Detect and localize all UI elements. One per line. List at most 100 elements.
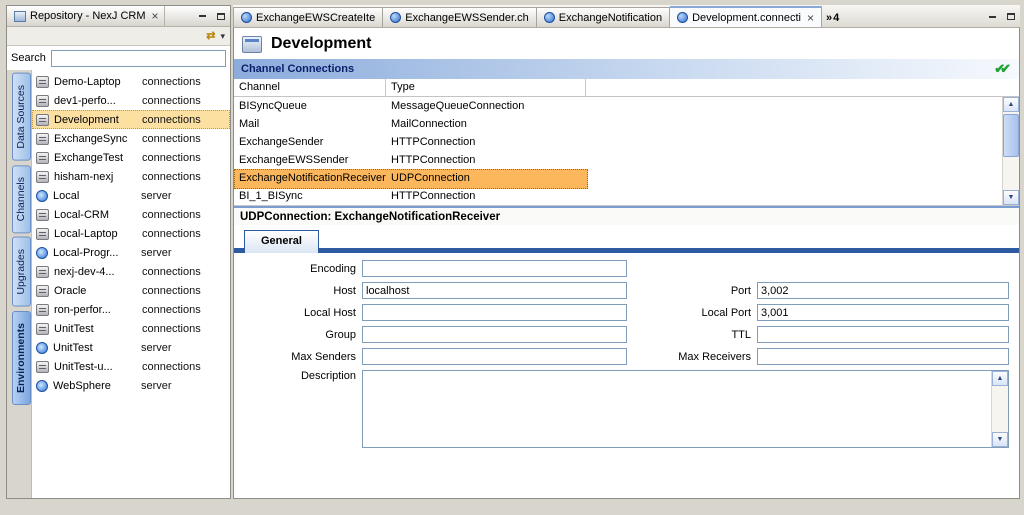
item-name: WebSphere xyxy=(53,380,141,392)
list-item[interactable]: UnitTestserver xyxy=(32,338,230,357)
description-field[interactable]: ▲ ▼ xyxy=(362,370,1009,448)
encoding-field[interactable] xyxy=(362,260,627,277)
list-item[interactable]: Developmentconnections xyxy=(32,110,230,129)
ttl-field[interactable] xyxy=(757,326,1009,343)
repository-list: Demo-Laptopconnectionsdev1-perfo...conne… xyxy=(32,70,230,498)
item-name: nexj-dev-4... xyxy=(54,266,142,278)
list-item[interactable]: Oracleconnections xyxy=(32,281,230,300)
minimize-icon[interactable] xyxy=(985,10,1000,23)
cell-channel: BISyncQueue xyxy=(234,100,386,112)
scroll-up-icon[interactable]: ▲ xyxy=(992,371,1008,386)
local-host-field[interactable] xyxy=(362,304,627,321)
column-header[interactable] xyxy=(586,79,1019,96)
list-item[interactable]: nexj-dev-4...connections xyxy=(32,262,230,281)
list-item[interactable]: Localserver xyxy=(32,186,230,205)
channel-connections-header: Channel Connections ✔✔ xyxy=(234,59,1019,79)
scrollbar-thumb[interactable] xyxy=(1003,114,1019,157)
connection-form: Encoding Host Port Local Host Local Port xyxy=(234,253,1019,448)
repository-view-tab[interactable]: Repository - NexJ CRM × xyxy=(9,6,165,26)
list-item[interactable]: UnitTestconnections xyxy=(32,319,230,338)
connections-icon xyxy=(36,361,49,373)
field-label-description: Description xyxy=(242,370,362,382)
item-name: UnitTest xyxy=(53,342,141,354)
field-label-port: Port xyxy=(647,285,757,297)
vertical-tab-strip: Data Sources Channels Upgrades Environments xyxy=(7,70,32,498)
cell-channel: BI_1_BISync xyxy=(234,190,386,202)
list-item[interactable]: hisham-nexjconnections xyxy=(32,167,230,186)
server-icon xyxy=(36,247,48,259)
cell-type: HTTPConnection xyxy=(386,154,586,166)
list-item[interactable]: ExchangeSyncconnections xyxy=(32,129,230,148)
list-item[interactable]: Local-Progr...server xyxy=(32,243,230,262)
local-port-field[interactable] xyxy=(757,304,1009,321)
scroll-up-icon[interactable]: ▲ xyxy=(1003,97,1019,112)
list-item[interactable]: Local-Laptopconnections xyxy=(32,224,230,243)
connections-icon xyxy=(36,171,49,183)
vertical-tab-upgrades[interactable]: Upgrades xyxy=(12,237,31,307)
cell-type: HTTPConnection xyxy=(386,190,586,202)
tab-overflow-count: 4 xyxy=(833,12,839,24)
maximize-icon[interactable] xyxy=(213,10,228,23)
list-item[interactable]: Demo-Laptopconnections xyxy=(32,72,230,91)
description-scrollbar[interactable]: ▲ ▼ xyxy=(991,371,1008,447)
close-icon[interactable]: × xyxy=(152,10,159,22)
table-row[interactable]: ExchangeSenderHTTPConnection xyxy=(234,133,1002,151)
table-row[interactable]: ExchangeEWSSenderHTTPConnection xyxy=(234,151,1002,169)
editor-tab-exchangenotification[interactable]: ExchangeNotification xyxy=(537,7,670,27)
column-header[interactable]: Type xyxy=(386,79,586,96)
editor-tab-exchangeewscreateite[interactable]: ExchangeEWSCreateIte xyxy=(233,7,383,27)
group-field[interactable] xyxy=(362,326,627,343)
repository-view-toolbar: ⇄ ▾ xyxy=(7,27,230,46)
editor-tab-label: Development.connecti xyxy=(692,12,801,24)
cell-type: UDPConnection xyxy=(386,172,586,184)
maximize-icon[interactable] xyxy=(1003,10,1018,23)
item-type: connections xyxy=(142,323,201,335)
channel-file-icon xyxy=(390,12,401,23)
scrollbar-track[interactable] xyxy=(1003,112,1019,190)
cell-type: MailConnection xyxy=(386,118,586,130)
tab-general[interactable]: General xyxy=(244,230,319,253)
column-header[interactable]: Channel xyxy=(234,79,386,96)
server-icon xyxy=(36,380,48,392)
link-with-editor-icon[interactable]: ⇄ xyxy=(206,31,215,42)
field-label-encoding: Encoding xyxy=(242,263,362,275)
port-field[interactable] xyxy=(757,282,1009,299)
field-label-max-senders: Max Senders xyxy=(242,351,362,363)
item-name: hisham-nexj xyxy=(54,171,142,183)
vertical-tab-data-sources[interactable]: Data Sources xyxy=(12,73,31,161)
table-row[interactable]: MailMailConnection xyxy=(234,115,1002,133)
search-row: Search xyxy=(7,46,230,70)
table-row[interactable]: BISyncQueueMessageQueueConnection xyxy=(234,97,1002,115)
list-item[interactable]: ExchangeTestconnections xyxy=(32,148,230,167)
table-row[interactable]: ExchangeNotificationReceiverUDPConnectio… xyxy=(234,169,1002,187)
editor-tab-exchangeewssender-ch[interactable]: ExchangeEWSSender.ch xyxy=(383,7,537,27)
list-item[interactable]: WebSphereserver xyxy=(32,376,230,395)
list-item[interactable]: UnitTest-u...connections xyxy=(32,357,230,376)
vertical-tab-environments[interactable]: Environments xyxy=(12,311,31,405)
item-type: connections xyxy=(142,209,201,221)
table-scrollbar[interactable]: ▲ ▼ xyxy=(1002,97,1019,205)
chevron-right-icon: » xyxy=(826,12,832,24)
detail-header: UDPConnection: ExchangeNotificationRecei… xyxy=(234,206,1019,225)
list-item[interactable]: dev1-perfo...connections xyxy=(32,91,230,110)
scroll-down-icon[interactable]: ▼ xyxy=(992,432,1008,447)
scrollbar-track[interactable] xyxy=(992,386,1008,432)
repository-view-title: Repository - NexJ CRM xyxy=(30,10,146,22)
table-row[interactable]: BI_1_BISyncHTTPConnection xyxy=(234,187,1002,205)
item-type: server xyxy=(141,342,172,354)
editor-tab-label: ExchangeEWSCreateIte xyxy=(256,12,375,24)
scroll-down-icon[interactable]: ▼ xyxy=(1003,190,1019,205)
list-item[interactable]: ron-perfor...connections xyxy=(32,300,230,319)
field-label-host: Host xyxy=(242,285,362,297)
max-senders-field[interactable] xyxy=(362,348,627,365)
view-menu-icon[interactable]: ▾ xyxy=(220,32,225,41)
tab-overflow[interactable]: » 4 xyxy=(826,12,839,24)
list-item[interactable]: Local-CRMconnections xyxy=(32,205,230,224)
minimize-icon[interactable] xyxy=(195,10,210,23)
close-icon[interactable]: × xyxy=(807,12,814,24)
vertical-tab-channels[interactable]: Channels xyxy=(12,165,31,233)
max-receivers-field[interactable] xyxy=(757,348,1009,365)
search-input[interactable] xyxy=(51,50,226,67)
editor-tab-development-connecti[interactable]: Development.connecti × xyxy=(670,6,822,27)
host-field[interactable] xyxy=(362,282,627,299)
